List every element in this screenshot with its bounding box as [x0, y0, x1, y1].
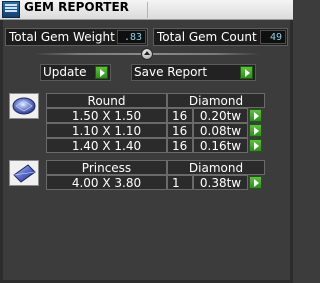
gem-weight-cell: 0.20tw	[193, 108, 248, 123]
gem-count-cell: 1	[167, 175, 193, 190]
app-icon	[2, 1, 20, 18]
gem-size-cell: 1.10 X 1.10	[46, 123, 167, 138]
window-frame-right	[290, 20, 293, 283]
gem-type-header: Diamond	[167, 160, 265, 175]
total-gem-count-value: 49	[260, 30, 286, 44]
gem-size-cell: 1.50 X 1.50	[46, 108, 167, 123]
window-frame-left	[0, 20, 3, 283]
gem-count-cell: 16	[167, 123, 193, 138]
save-report-button[interactable]: Save Report	[131, 64, 256, 81]
total-gem-weight-field: Total Gem Weight .83	[5, 28, 148, 46]
update-button-label: Update	[43, 65, 87, 79]
total-gem-weight-label: Total Gem Weight	[9, 30, 115, 44]
save-report-button-label: Save Report	[134, 65, 208, 79]
title-bar[interactable]: GEM REPORTER	[0, 0, 293, 20]
gem-size-cell: 4.00 X 3.80	[46, 175, 167, 190]
gem-weight-cell: 0.38tw	[193, 175, 248, 190]
green-arrow-right-icon[interactable]	[95, 66, 108, 79]
green-arrow-right-icon[interactable]	[249, 124, 262, 137]
update-button[interactable]: Update	[40, 64, 111, 81]
gem-type-header: Diamond	[167, 93, 265, 108]
round-gem-icon	[9, 93, 39, 119]
total-gem-weight-value: .83	[117, 30, 146, 44]
total-gem-count-label: Total Gem Count	[157, 30, 257, 44]
gem-weight-cell: 0.16tw	[193, 138, 248, 153]
collapse-up-icon[interactable]	[141, 48, 153, 60]
title-separator	[147, 2, 148, 18]
gem-cut-header: Princess	[46, 160, 167, 175]
gem-weight-cell: 0.08tw	[193, 123, 248, 138]
window-title: GEM REPORTER	[24, 0, 129, 14]
princess-gem-icon	[9, 160, 39, 186]
gem-size-cell: 1.40 X 1.40	[46, 138, 167, 153]
gem-count-cell: 16	[167, 108, 193, 123]
green-arrow-right-icon[interactable]	[249, 176, 262, 189]
total-gem-count-field: Total Gem Count 49	[153, 28, 288, 46]
gem-count-cell: 16	[167, 138, 193, 153]
gem-cut-header: Round	[46, 93, 167, 108]
green-arrow-right-icon[interactable]	[249, 139, 262, 152]
green-arrow-right-icon[interactable]	[240, 66, 253, 79]
green-arrow-right-icon[interactable]	[249, 109, 262, 122]
